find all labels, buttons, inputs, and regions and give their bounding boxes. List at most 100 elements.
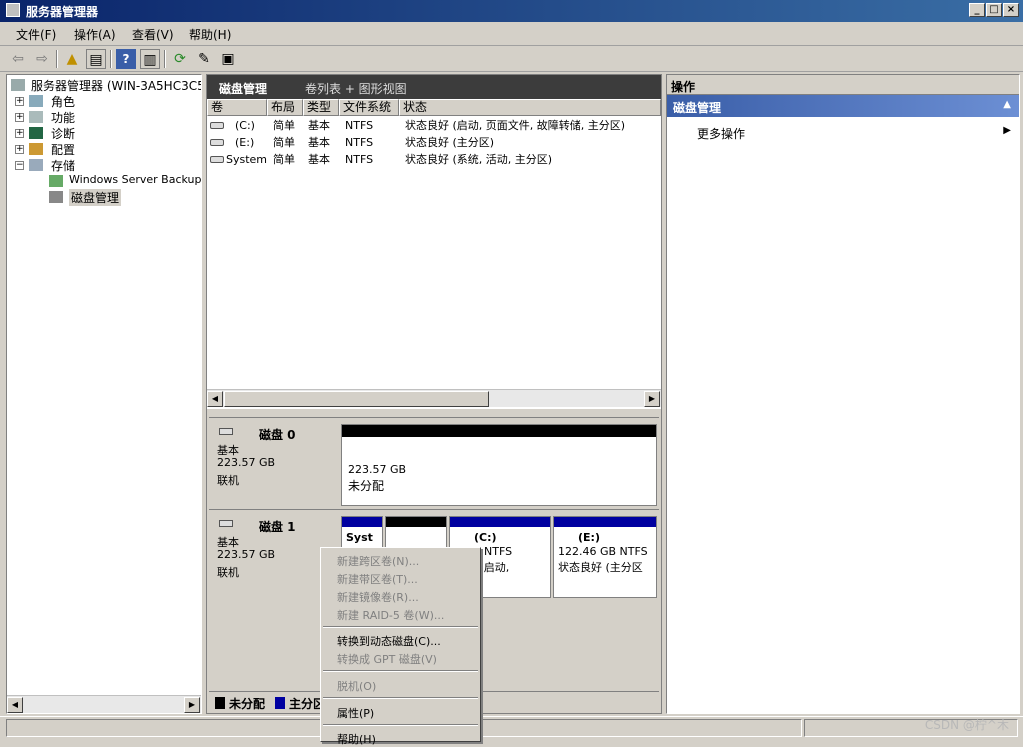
menu-view[interactable]: 查看(V) [132,26,174,43]
window-title: 服务器管理器 [26,5,99,19]
pane-title: 磁盘管理 [219,82,268,96]
expand-icon[interactable]: + [15,145,24,154]
volume-fs: NTFS [345,119,374,132]
volume-name: System [226,153,268,166]
menu-item-new-mirrored[interactable]: 新建镜像卷(R)... [337,589,419,605]
column-volume[interactable]: 卷 [207,99,267,116]
actions-section-title: 磁盘管理 [673,101,722,115]
close-button[interactable]: × [1003,3,1019,17]
menu-item-convert-gpt[interactable]: 转换成 GPT 磁盘(V) [337,651,437,667]
legend-swatch-primary [275,697,285,709]
partition-status: 未分配 [348,479,385,493]
tree-item-windows-server-backup[interactable]: Windows Server Backup [69,173,201,186]
menu-action[interactable]: 操作(A) [74,26,116,43]
scroll-left-icon[interactable]: ◀ [7,697,23,713]
back-icon[interactable]: ⇦ [8,49,28,69]
collapse-up-icon[interactable]: ▲ [1003,99,1011,110]
menu-help[interactable]: 帮助(H) [189,26,231,43]
scroll-thumb[interactable] [224,391,489,407]
partition-label: (E:) [578,531,600,544]
disk-icon [219,428,233,435]
menu-item-properties[interactable]: 属性(P) [337,705,374,721]
tree-item-features[interactable]: 功能 [51,109,75,126]
unallocated-partition[interactable]: 223.57 GB 未分配 [341,424,657,506]
partition-detail: 122.46 GB NTFS [558,545,648,558]
column-filesystem[interactable]: 文件系统 [339,99,399,116]
help-icon[interactable]: ? [116,49,136,69]
column-status[interactable]: 状态 [399,99,661,116]
drive-icon [210,139,224,146]
expand-icon[interactable]: + [15,97,24,106]
actions-section[interactable]: 磁盘管理 ▲ [667,95,1019,117]
volume-name: (C:) [235,119,255,132]
legend-swatch-unallocated [215,697,225,709]
tree-item-diagnostics[interactable]: 诊断 [51,125,75,142]
up-folder-icon[interactable]: ▲ [62,49,82,69]
show-hide-tree-icon[interactable]: ▤ [86,49,106,69]
expand-icon[interactable]: + [15,113,24,122]
menu-item-new-spanned[interactable]: 新建跨区卷(N)... [337,553,419,569]
partition-e[interactable]: (E:) 122.46 GB NTFS 状态良好 (主分区 [553,516,657,598]
scroll-right-icon[interactable]: ▶ [644,391,660,407]
table-row[interactable]: (E:) 简单 基本 NTFS 状态良好 (主分区) [207,134,661,151]
backup-icon [49,175,63,187]
menu-item-offline[interactable]: 脱机(O) [337,678,376,694]
more-actions-link[interactable]: 更多操作 [697,125,745,142]
tree-horizontal-scrollbar[interactable]: ◀ ▶ [7,695,201,713]
primary-bar [554,517,656,527]
volume-name: (E:) [235,136,255,149]
minimize-button[interactable]: _ [969,3,985,17]
column-layout[interactable]: 布局 [267,99,303,116]
menu-item-help[interactable]: 帮助(H) [337,731,376,747]
scroll-right-icon[interactable]: ▶ [184,697,200,713]
partition-size: 223.57 GB [348,463,407,476]
volume-type: 基本 [308,119,330,132]
menu-item-convert-dynamic[interactable]: 转换到动态磁盘(C)... [337,633,441,649]
disk-name: 磁盘 0 [259,428,296,442]
menu-item-new-raid5[interactable]: 新建 RAID-5 卷(W)... [337,607,444,623]
tree-item-disk-management[interactable]: 磁盘管理 [69,189,122,206]
collapse-icon[interactable]: − [15,161,24,170]
forward-icon[interactable]: ⇨ [32,49,52,69]
maximize-button[interactable]: □ [986,3,1002,17]
context-menu: 新建跨区卷(N)... 新建带区卷(T)... 新建镜像卷(R)... 新建 R… [320,547,481,746]
primary-bar [450,517,550,527]
diagnostics-icon [29,127,43,139]
tree-root[interactable]: 服务器管理器 (WIN-3A5HC3C504 [31,77,201,94]
menu-separator [323,670,478,672]
menu-bar: 文件(F) 操作(A) 查看(V) 帮助(H) [0,22,1023,46]
title-bar: 服务器管理器 _ □ × [0,0,1023,22]
volume-list: 卷 布局 类型 文件系统 状态 (C:) 简单 基本 NTFS 状态良好 (启动… [207,99,661,409]
rescan-icon[interactable]: ▣ [218,49,238,69]
disk-state: 联机 [217,566,239,579]
disk-state: 联机 [217,474,239,487]
status-bar [0,716,1023,738]
disk-name: 磁盘 1 [259,520,296,534]
expand-icon[interactable]: + [15,129,24,138]
actions-header: 操作 [667,75,1019,95]
properties-icon[interactable]: ▥ [140,49,160,69]
disk-management-icon [49,191,63,203]
tree-item-roles[interactable]: 角色 [51,93,75,110]
disk-icon [219,520,233,527]
table-row[interactable]: System 简单 基本 NTFS 状态良好 (系统, 活动, 主分区) [207,151,661,168]
export-icon[interactable]: ✎ [194,49,214,69]
table-row[interactable]: (C:) 简单 基本 NTFS 状态良好 (启动, 页面文件, 故障转储, 主分… [207,117,661,134]
toolbar-separator [56,50,58,68]
menu-file[interactable]: 文件(F) [16,26,56,43]
disk-row[interactable]: 磁盘 0 基本 223.57 GB 联机 223.57 GB 未分配 [209,417,659,509]
storage-icon [29,159,43,171]
configuration-icon [29,143,43,155]
view-label: 卷列表 + 图形视图 [305,82,407,96]
column-type[interactable]: 类型 [303,99,339,116]
primary-bar [342,517,382,527]
menu-item-new-striped[interactable]: 新建带区卷(T)... [337,571,418,587]
refresh-icon[interactable]: ⟳ [170,49,190,69]
menu-separator [323,697,478,699]
tree-item-storage[interactable]: 存储 [51,157,75,174]
menu-separator [323,724,478,726]
tree-item-configuration[interactable]: 配置 [51,141,75,158]
volume-list-scrollbar[interactable]: ◀ ▶ [207,389,661,407]
scroll-left-icon[interactable]: ◀ [207,391,223,407]
menu-separator [323,626,478,628]
